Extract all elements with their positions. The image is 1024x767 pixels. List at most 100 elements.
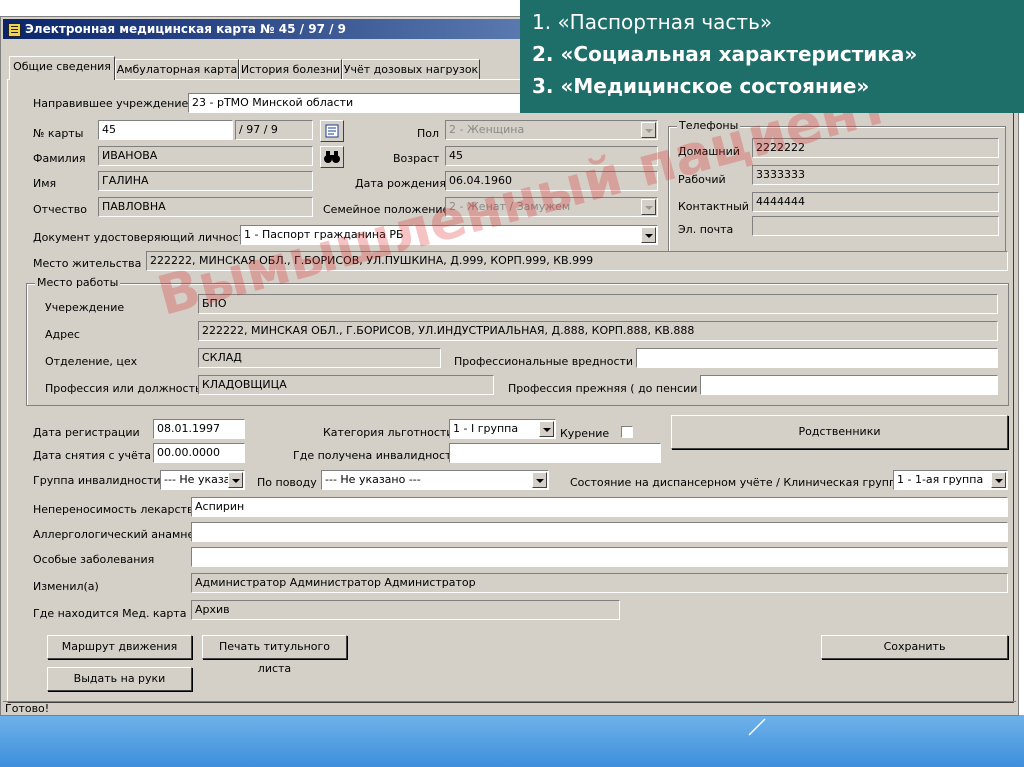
route-button[interactable]: Маршрут движения bbox=[47, 635, 192, 659]
dept-field[interactable]: СКЛАД bbox=[198, 348, 441, 368]
residence-label: Место жительства bbox=[33, 257, 142, 270]
card-number-field[interactable]: 45 bbox=[98, 120, 233, 140]
tab-outpatient-card[interactable]: Амбулаторная карта bbox=[115, 59, 239, 79]
chevron-down-icon bbox=[539, 421, 554, 437]
allergy-field[interactable] bbox=[191, 522, 1008, 542]
decorative-slash bbox=[748, 718, 766, 736]
dereg-date-label: Дата снятия с учёта bbox=[33, 449, 151, 462]
dob-field[interactable]: 06.04.1960 bbox=[445, 171, 658, 191]
chevron-down-icon bbox=[228, 472, 243, 488]
card-number-suffix: / 97 / 9 bbox=[235, 120, 313, 140]
chevron-down-icon bbox=[641, 122, 656, 138]
reg-date-label: Дата регистрации bbox=[33, 426, 140, 439]
save-button[interactable]: Сохранить bbox=[821, 635, 1008, 659]
special-diseases-field[interactable] bbox=[191, 547, 1008, 567]
surname-label: Фамилия bbox=[33, 152, 86, 165]
intolerance-label: Непереносимость лекарств bbox=[33, 503, 194, 516]
sex-label: Пол bbox=[417, 127, 440, 140]
dereg-date-field[interactable]: 00.00.0000 bbox=[153, 443, 245, 463]
hazards-label: Профессиональные вредности bbox=[454, 355, 634, 368]
tab-general[interactable]: Общие сведения bbox=[9, 56, 115, 80]
dispensary-dropdown[interactable]: 1 - 1-ая группа bbox=[893, 470, 1008, 490]
smoking-label: Курение bbox=[560, 427, 610, 440]
id-doc-value: 1 - Паспорт гражданина РБ bbox=[244, 228, 404, 241]
name-label: Имя bbox=[33, 177, 57, 190]
surname-field[interactable]: ИВАНОВА bbox=[98, 146, 313, 166]
home-phone-field[interactable]: 2222222 bbox=[752, 138, 999, 158]
position-label: Профессия или должность bbox=[45, 382, 202, 395]
disability-group-label: Группа инвалидности bbox=[33, 474, 161, 487]
id-doc-dropdown[interactable]: 1 - Паспорт гражданина РБ bbox=[240, 225, 658, 245]
reason-label: По поводу bbox=[257, 476, 317, 489]
tab-dose-loads[interactable]: Учёт дозовых нагрузок bbox=[342, 59, 480, 79]
chevron-down-icon bbox=[641, 227, 656, 243]
phones-group-title: Телефоны bbox=[677, 119, 741, 132]
residence-field[interactable]: 222222, МИНСКАЯ ОБЛ., Г.БОРИСОВ, УЛ.ПУШК… bbox=[146, 251, 1008, 271]
email-field[interactable] bbox=[752, 216, 999, 236]
disability-group-dropdown[interactable]: --- Не указа bbox=[160, 470, 245, 490]
smoking-checkbox[interactable] bbox=[621, 426, 633, 438]
work-address-label: Адрес bbox=[45, 328, 80, 341]
app-window: Электронная медицинская карта № 45 / 97 … bbox=[0, 16, 1019, 716]
chevron-down-icon bbox=[641, 199, 656, 215]
name-field[interactable]: ГАЛИНА bbox=[98, 171, 313, 191]
allergy-label: Аллергологический анамнез bbox=[33, 528, 201, 541]
window-title: Электронная медицинская карта № 45 / 97 … bbox=[25, 22, 347, 36]
work-phone-field[interactable]: 3333333 bbox=[752, 165, 999, 185]
card-list-icon bbox=[325, 124, 339, 138]
prev-prof-field[interactable] bbox=[700, 375, 998, 395]
marital-dropdown[interactable]: 2 - Женат / Замужем bbox=[445, 197, 658, 217]
changed-by-label: Изменил(а) bbox=[33, 580, 99, 593]
disability-group-value: --- Не указа bbox=[164, 473, 231, 486]
binoculars-icon bbox=[324, 151, 340, 163]
reg-date-field[interactable]: 08.01.1997 bbox=[153, 419, 245, 439]
caption-line-2: 2. «Социальная характеристика» bbox=[532, 42, 918, 66]
contact-phone-field[interactable]: 4444444 bbox=[752, 192, 999, 212]
relatives-button[interactable]: Родственники bbox=[671, 415, 1008, 449]
card-list-button[interactable] bbox=[320, 120, 344, 142]
sex-value: 2 - Женщина bbox=[449, 123, 525, 136]
id-doc-label: Документ удостоверяющий личность bbox=[33, 231, 252, 244]
work-phone-label: Рабочий bbox=[678, 173, 726, 186]
caption-line-3: 3. «Медицинское состояние» bbox=[532, 74, 870, 98]
card-number-label: № карты bbox=[33, 127, 84, 140]
dispensary-value: 1 - 1-ая группа bbox=[897, 473, 984, 486]
sex-dropdown[interactable]: 2 - Женщина bbox=[445, 120, 658, 140]
referring-field[interactable]: 23 - рТМО Минской области bbox=[188, 93, 528, 113]
caption-overlay: 1. «Паспортная часть» 2. «Социальная хар… bbox=[520, 0, 1024, 113]
benefit-value: 1 - I группа bbox=[453, 422, 519, 435]
intolerance-field[interactable]: Аспирин bbox=[191, 497, 1008, 517]
card-location-field[interactable]: Архив bbox=[191, 600, 620, 620]
status-bar: Готово! bbox=[3, 701, 1016, 715]
patronymic-field[interactable]: ПАВЛОВНА bbox=[98, 197, 313, 217]
slide-background bbox=[0, 715, 1024, 767]
reason-value: --- Не указано --- bbox=[325, 473, 421, 486]
org-field[interactable]: БПО bbox=[198, 294, 998, 314]
disability-place-label: Где получена инвалидность bbox=[293, 449, 458, 462]
dept-label: Отделение, цех bbox=[45, 355, 138, 368]
print-title-button[interactable]: Печать титульного листа bbox=[202, 635, 347, 675]
prev-prof-label: Профессия прежняя ( до пенсии ) bbox=[508, 382, 706, 395]
benefit-label: Категория льготности bbox=[323, 426, 454, 439]
search-patient-button[interactable] bbox=[320, 146, 344, 168]
marital-label: Семейное положение bbox=[323, 203, 450, 216]
tab-medical-history[interactable]: История болезни bbox=[239, 59, 342, 79]
benefit-dropdown[interactable]: 1 - I группа bbox=[449, 419, 556, 439]
give-out-button[interactable]: Выдать на руки bbox=[47, 667, 192, 691]
card-location-label: Где находится Мед. карта bbox=[33, 607, 187, 620]
work-address-field[interactable]: 222222, МИНСКАЯ ОБЛ., Г.БОРИСОВ, УЛ.ИНДУ… bbox=[198, 321, 998, 341]
reason-dropdown[interactable]: --- Не указано --- bbox=[321, 470, 549, 490]
marital-value: 2 - Женат / Замужем bbox=[449, 200, 571, 213]
org-label: Учереждение bbox=[45, 301, 125, 314]
referring-label: Направившее учреждение bbox=[33, 97, 189, 110]
position-field[interactable]: КЛАДОВЩИЦА bbox=[198, 375, 494, 395]
contact-phone-label: Контактный bbox=[678, 200, 749, 213]
chevron-down-icon bbox=[532, 472, 547, 488]
disability-place-field[interactable] bbox=[449, 443, 661, 463]
app-icon bbox=[8, 23, 21, 37]
age-label: Возраст bbox=[393, 152, 440, 165]
dispensary-label: Состояние на диспансерном учёте / Клинич… bbox=[570, 476, 903, 489]
work-group-title: Место работы bbox=[35, 276, 121, 289]
changed-by-field: Администратор Администратор Администрато… bbox=[191, 573, 1008, 593]
hazards-field[interactable] bbox=[636, 348, 998, 368]
